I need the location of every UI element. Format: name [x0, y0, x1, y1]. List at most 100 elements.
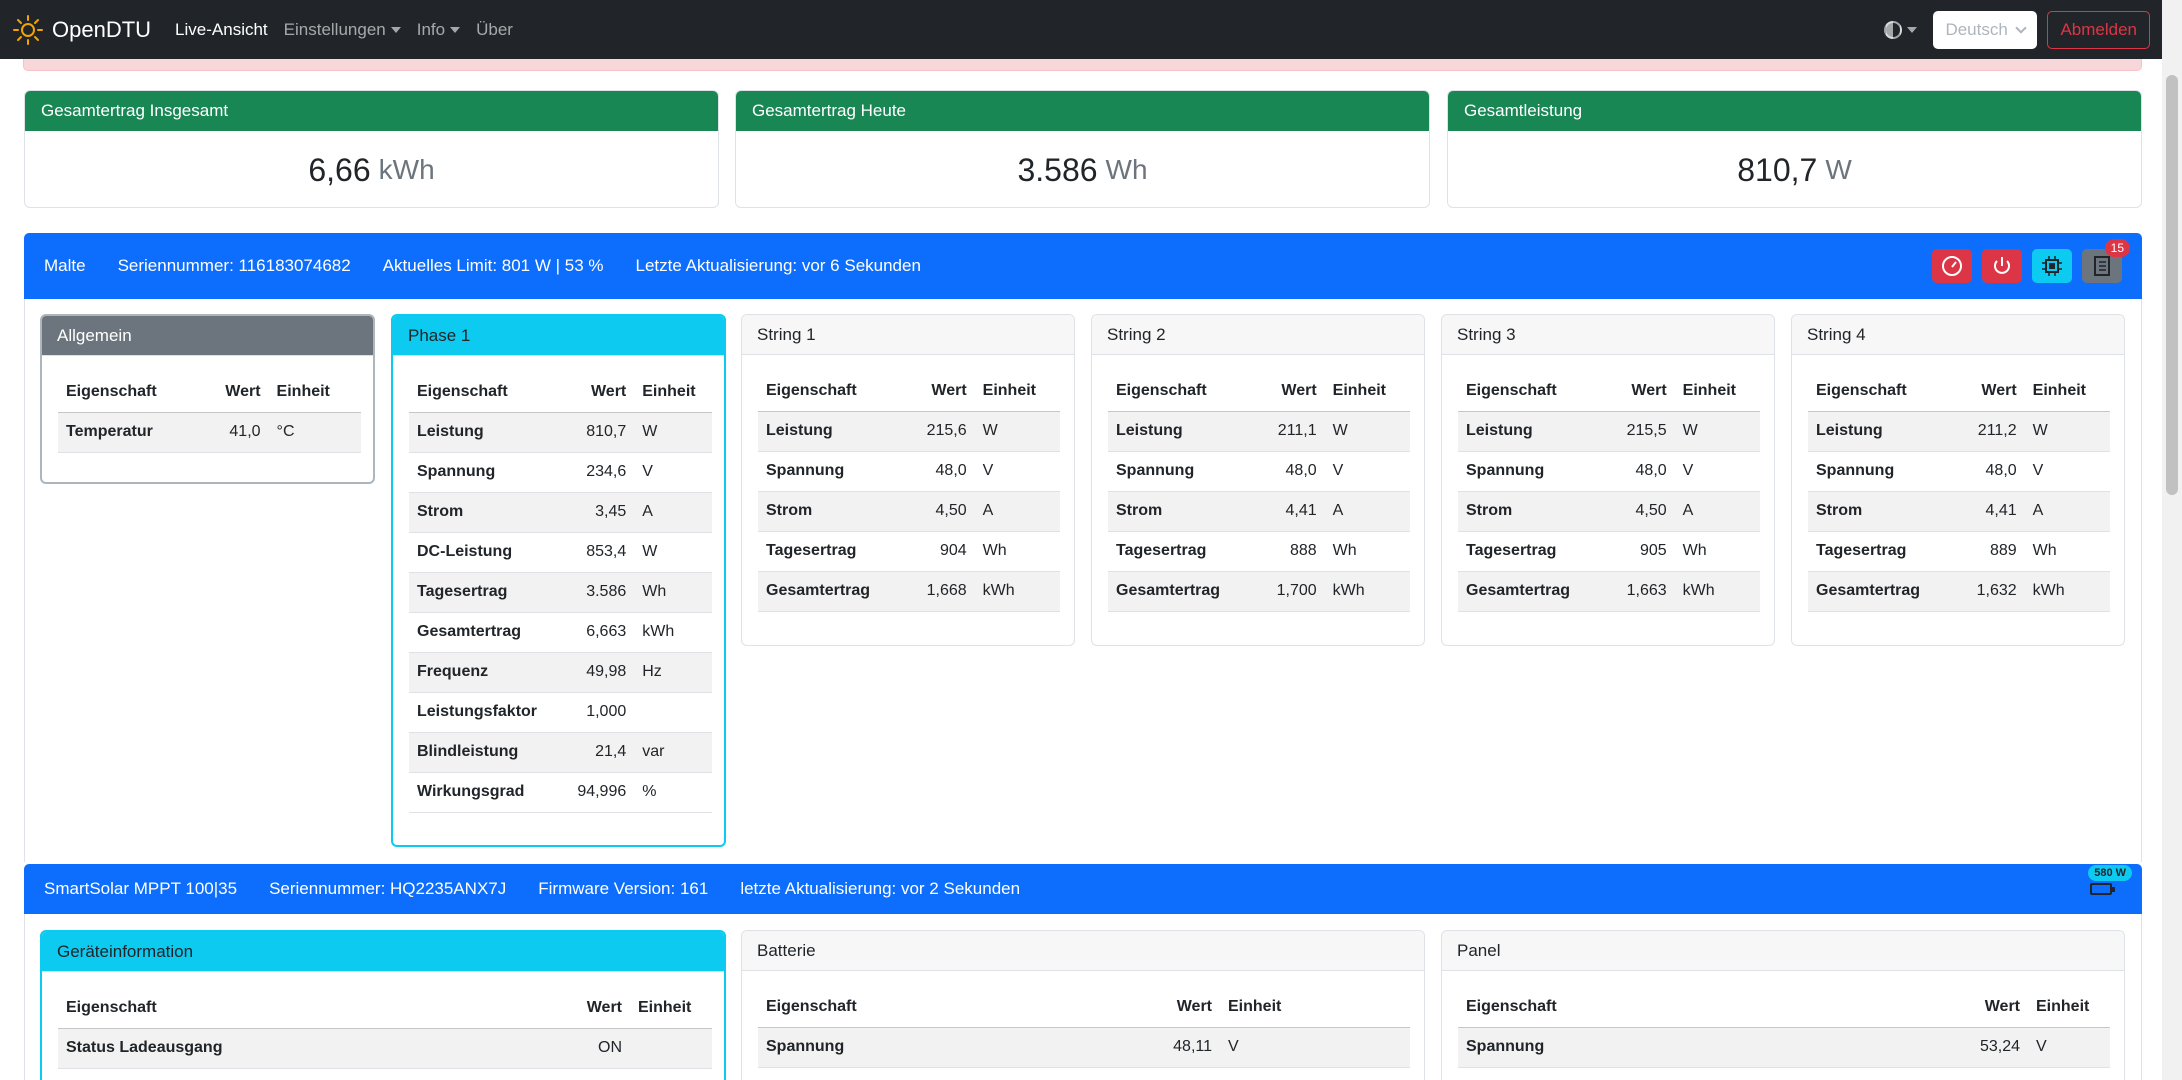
table-row: Leistung 211,2 W [1808, 411, 2110, 452]
row-val: 904 [905, 531, 975, 572]
battery-table: Eigenschaft Wert Einheit Spannung 48,11 V [758, 987, 1410, 1068]
power-control-button[interactable] [1982, 249, 2022, 283]
summary-value: 6,66 [308, 151, 371, 188]
row-unit: °C [268, 412, 361, 453]
row-val: 48,11 [1063, 1027, 1220, 1068]
caret-down-icon [390, 26, 401, 33]
table-row: Leistung 810,7 W [409, 412, 712, 453]
row-prop: Leistungsfaktor [409, 692, 562, 733]
row-prop: Tagesertrag [1108, 531, 1256, 572]
row-unit: Wh [1324, 531, 1410, 572]
col-val: Wert [905, 371, 975, 412]
scrollbar[interactable] [2162, 0, 2182, 1080]
alert-strip [23, 59, 2142, 71]
nav-about[interactable]: Über [476, 20, 513, 40]
row-val: 1,668 [905, 571, 975, 612]
row-unit: V [1674, 451, 1760, 492]
row-prop: Spannung [758, 1027, 1064, 1068]
table-row: Gesamtertrag 1,663 kWh [1458, 571, 1760, 612]
table-row: Tagesertrag 904 Wh [758, 531, 1060, 572]
inverter-serial: Seriennummer: 116183074682 [117, 256, 351, 275]
row-unit: V [1324, 451, 1410, 492]
mppt-updated: letzte Aktualisierung: vor 2 Sekunden [740, 879, 1021, 898]
language-select[interactable]: Deutsch [1933, 10, 2038, 49]
nav-info[interactable]: Info [416, 19, 461, 40]
col-unit: Einheit [1674, 371, 1760, 412]
row-val: ON [498, 1028, 630, 1069]
table-row: Status Ladeausgang ON [58, 1028, 712, 1069]
table-row: Gesamtertrag 1,632 kWh [1808, 571, 2110, 612]
theme-toggle[interactable] [1884, 20, 1918, 39]
caret-down-icon [450, 26, 461, 33]
row-prop: Spannung [409, 452, 562, 493]
row-unit: W [634, 532, 712, 573]
summary-value: 810,7 [1737, 151, 1818, 188]
row-prop: Blindleistung [409, 732, 562, 773]
card-title: Phase 1 [393, 316, 724, 356]
inverter-limit: Aktuelles Limit: 801 W | 53 % [382, 256, 604, 275]
table-row: Frequenz 49,98 Hz [409, 652, 712, 693]
row-unit: W [2024, 411, 2110, 452]
card-title: String 2 [1092, 315, 1424, 355]
row-val: 905 [1605, 531, 1675, 572]
row-unit: % [634, 772, 712, 813]
limit-settings-button[interactable] [1932, 249, 1972, 283]
row-prop: Strom [409, 492, 562, 533]
row-prop: Strom [1458, 491, 1606, 532]
table-row: Tagesertrag 905 Wh [1458, 531, 1760, 572]
col-prop: Eigenschaft [1108, 371, 1256, 412]
col-unit: Einheit [1324, 371, 1410, 412]
logout-button[interactable]: Abmelden [2047, 10, 2150, 49]
col-prop: Eigenschaft [1458, 371, 1606, 412]
col-prop: Eigenschaft [58, 988, 499, 1029]
row-prop: Strom [1808, 491, 1956, 532]
table-row: Spannung 48,0 V [1458, 451, 1760, 492]
row-prop: Leistung [409, 412, 562, 453]
nav-right: Deutsch Abmelden [1884, 10, 2150, 49]
row-prop: Gesamtertrag [409, 612, 562, 653]
string-table: Eigenschaft Wert Einheit Leistung 211,2 W Sp… [1808, 371, 2110, 612]
contrast-icon [1884, 20, 1903, 39]
row-prop: Tagesertrag [758, 531, 906, 572]
row-val: 41,0 [200, 412, 269, 453]
row-val: 889 [1955, 531, 2025, 572]
table-row: Leistung 211,1 W [1108, 411, 1410, 452]
row-val: 3.586 [561, 572, 635, 613]
card-phase-1: Phase 1 Eigenschaft Wert Einheit Leistung 8… [391, 314, 726, 847]
table-row: Gesamtertrag 1,700 kWh [1108, 571, 1410, 612]
row-prop: DC-Leistung [409, 532, 562, 573]
row-val: 853,4 [561, 532, 635, 573]
row-val: 810,7 [561, 412, 635, 453]
table-row: Tagesertrag 3.586 Wh [409, 572, 712, 613]
panel-table: Eigenschaft Wert Einheit Spannung 53,24 V [1458, 987, 2110, 1068]
nav-info-label: Info [416, 19, 446, 39]
col-val: Wert [1063, 987, 1220, 1028]
row-val: 49,98 [561, 652, 635, 693]
row-val: 4,41 [1255, 491, 1325, 532]
brand[interactable]: OpenDTU [12, 14, 151, 46]
table-row: Blindleistung 21,4 var [409, 732, 712, 773]
col-unit: Einheit [634, 372, 712, 413]
device-info-button[interactable] [2032, 249, 2072, 283]
row-prop: Gesamtertrag [1108, 571, 1256, 612]
caret-down-icon [1907, 26, 1918, 33]
nav-settings[interactable]: Einstellungen [284, 20, 401, 40]
row-val: 4,50 [1605, 491, 1675, 532]
col-val: Wert [1831, 987, 2028, 1028]
col-unit: Einheit [974, 371, 1060, 412]
nav-live-view[interactable]: Live-Ansicht [175, 20, 268, 40]
event-log-button[interactable]: 15 [2082, 239, 2130, 283]
table-row: Temperatur 41,0 °C [58, 412, 361, 453]
scrollbar-thumb[interactable] [2166, 75, 2178, 495]
row-val: 215,5 [1605, 411, 1675, 452]
table-row: Tagesertrag 889 Wh [1808, 531, 2110, 572]
row-unit: Wh [2024, 531, 2110, 572]
table-row: Strom 4,50 A [758, 491, 1060, 532]
row-val: 4,50 [905, 491, 975, 532]
row-prop: Frequenz [409, 652, 562, 693]
string-table: Eigenschaft Wert Einheit Leistung 215,6 W Sp… [758, 371, 1060, 612]
col-val: Wert [200, 372, 269, 413]
row-prop: Spannung [1458, 1027, 1832, 1068]
card-general: Allgemein Eigenschaft Wert Einheit Tempera… [40, 314, 375, 484]
row-unit [634, 692, 712, 733]
